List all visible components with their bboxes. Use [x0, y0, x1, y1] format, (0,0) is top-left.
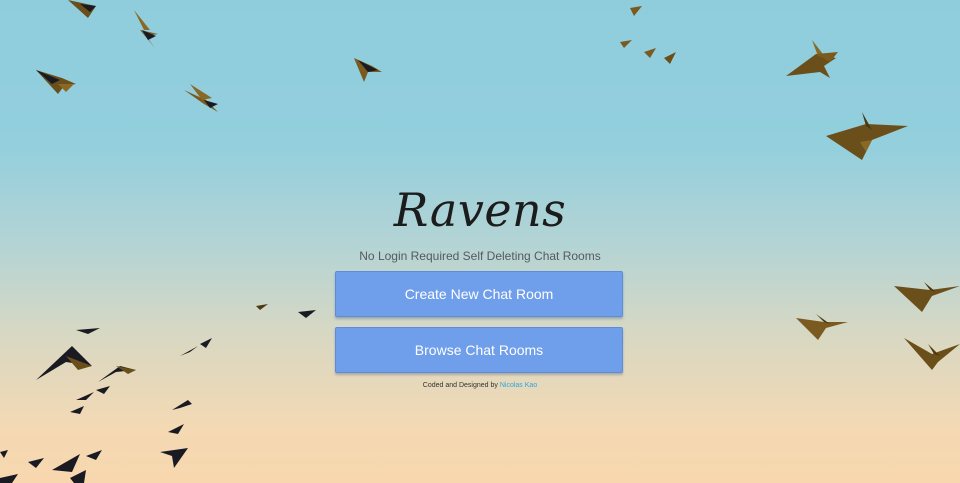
app-title: Ravens — [393, 183, 567, 237]
footer-credit: Coded and Designed by Nicolas Kao — [0, 382, 960, 389]
browse-chat-rooms-button[interactable]: Browse Chat Rooms — [335, 327, 623, 373]
author-link[interactable]: Nicolas Kao — [500, 382, 537, 389]
create-chat-room-label: Create New Chat Room — [404, 286, 554, 302]
credit-text: Coded and Designed by — [422, 382, 498, 389]
browse-chat-rooms-label: Browse Chat Rooms — [414, 342, 544, 358]
create-chat-room-button[interactable]: Create New Chat Room — [335, 271, 623, 317]
app-tagline: No Login Required Self Deleting Chat Roo… — [359, 249, 601, 263]
landing-panel: Ravens No Login Required Self Deleting C… — [0, 0, 960, 483]
